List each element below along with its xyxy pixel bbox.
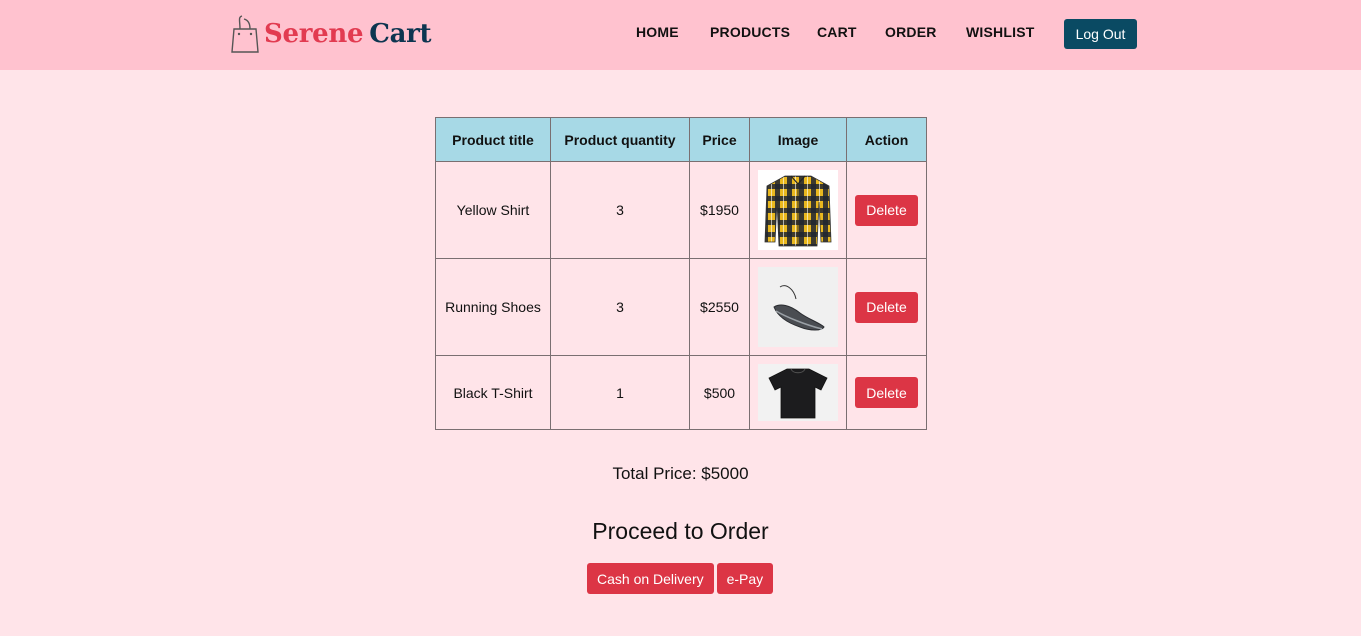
total-price: Total Price: $5000 <box>612 464 749 483</box>
running-shoe-image <box>758 267 838 347</box>
epay-button[interactable]: e-Pay <box>716 563 774 594</box>
header-image: Image <box>749 117 847 162</box>
product-quantity: 1 <box>550 355 690 430</box>
header-product-quantity: Product quantity <box>550 117 690 162</box>
action-cell: Delete <box>846 161 927 259</box>
brand-name: Serene Cart <box>264 19 432 49</box>
brand-name-part1: Serene <box>264 19 364 49</box>
delete-button[interactable]: Delete <box>855 194 918 226</box>
cash-on-delivery-button[interactable]: Cash on Delivery <box>587 563 714 594</box>
delete-button[interactable]: Delete <box>855 291 918 323</box>
table-row: Yellow Shirt 3 $1950 Delete <box>435 161 927 259</box>
proceed-heading: Proceed to Order <box>592 518 769 544</box>
cart-table: Product title Product quantity Price Ima… <box>435 117 927 430</box>
table-header-row: Product title Product quantity Price Ima… <box>435 117 927 162</box>
nav-cart[interactable]: CART <box>817 24 857 40</box>
delete-button[interactable]: Delete <box>855 377 918 408</box>
nav-home[interactable]: HOME <box>636 24 679 40</box>
action-cell: Delete <box>846 355 927 430</box>
product-image-cell <box>749 258 847 356</box>
logout-button[interactable]: Log Out <box>1064 19 1137 49</box>
product-title: Running Shoes <box>435 258 551 356</box>
site-header: Serene Cart HOME PRODUCTS CART ORDER WISH… <box>0 0 1361 70</box>
nav-wishlist[interactable]: WISHLIST <box>966 24 1034 40</box>
product-title: Yellow Shirt <box>435 161 551 259</box>
header-product-title: Product title <box>435 117 551 162</box>
nav-products[interactable]: PRODUCTS <box>710 24 790 40</box>
table-row: Black T-Shirt 1 $500 Delete <box>435 355 927 430</box>
shopping-bag-icon <box>231 15 259 53</box>
product-quantity: 3 <box>550 258 690 356</box>
product-price: $500 <box>689 355 750 430</box>
plaid-shirt-image <box>758 170 838 250</box>
header-action: Action <box>846 117 927 162</box>
product-price: $2550 <box>689 258 750 356</box>
product-quantity: 3 <box>550 161 690 259</box>
black-tshirt-image <box>758 364 838 421</box>
brand-name-part2: Cart <box>369 19 432 49</box>
nav-order[interactable]: ORDER <box>885 24 937 40</box>
action-cell: Delete <box>846 258 927 356</box>
brand-logo[interactable]: Serene Cart <box>231 14 432 54</box>
table-row: Running Shoes 3 $2550 Delete <box>435 258 927 356</box>
product-image-cell <box>749 161 847 259</box>
product-image-cell <box>749 355 847 430</box>
product-title: Black T-Shirt <box>435 355 551 430</box>
header-price: Price <box>689 117 750 162</box>
product-price: $1950 <box>689 161 750 259</box>
payment-options: Cash on Delivery e-Pay <box>587 563 774 594</box>
